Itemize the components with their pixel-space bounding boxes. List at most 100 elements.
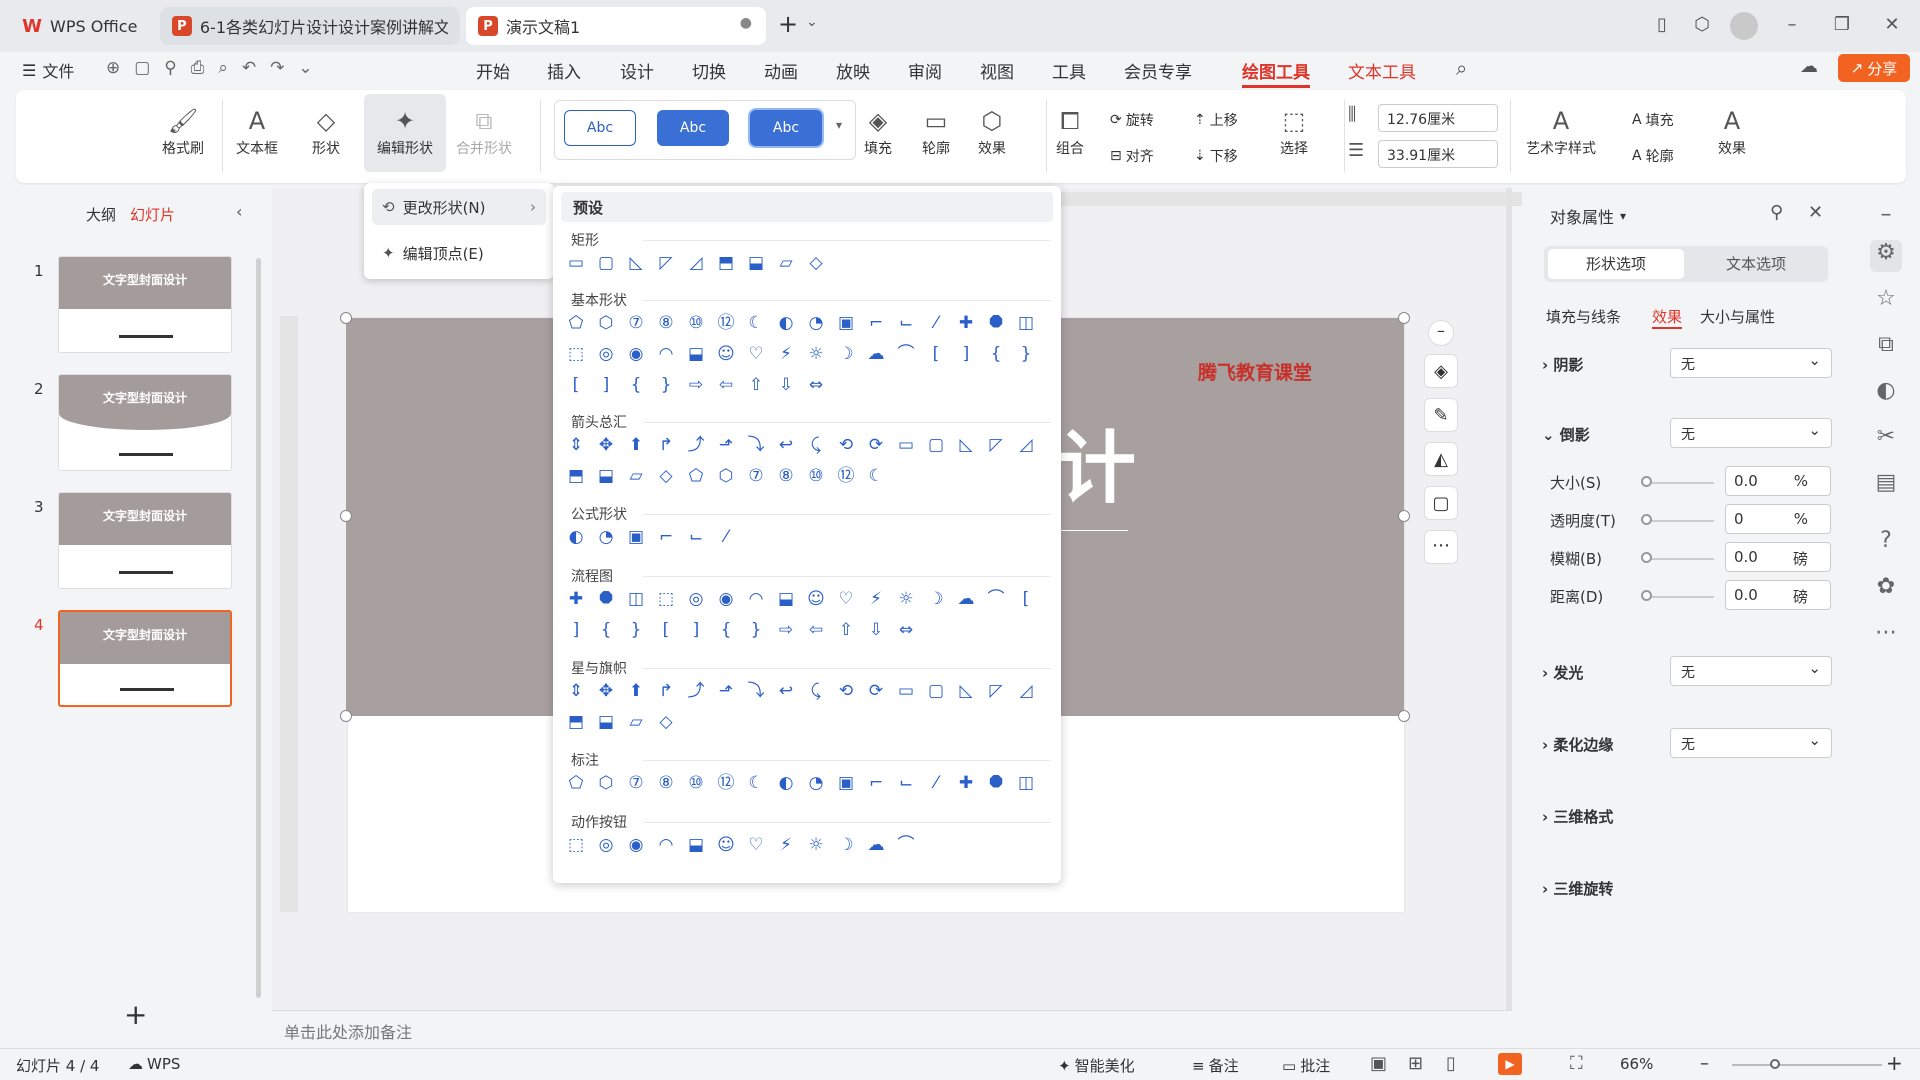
shape-option-icon[interactable]: {	[595, 619, 617, 641]
shape-option-icon[interactable]: ⤴	[685, 680, 707, 702]
resize-handle[interactable]	[340, 510, 352, 522]
shape-option-icon[interactable]: ◐	[775, 312, 797, 334]
style-sample-outline[interactable]: Abc	[564, 110, 636, 146]
shape-option-icon[interactable]: ◎	[685, 588, 707, 610]
shape-option-icon[interactable]: ↱	[655, 434, 677, 456]
shape-option-icon[interactable]: ▢	[925, 680, 947, 702]
shape-option-icon[interactable]: ▣	[625, 526, 647, 548]
art-text-button[interactable]: A 艺术字样式	[1526, 104, 1596, 158]
shape-option-icon[interactable]: ◸	[655, 252, 677, 274]
shape-option-icon[interactable]: ⌐	[865, 772, 887, 794]
shape-option-icon[interactable]: ⬠	[565, 312, 587, 334]
shape-option-icon[interactable]: ◔	[595, 526, 617, 548]
size-input[interactable]: 0.0%	[1725, 466, 1831, 496]
shape-option-icon[interactable]: ◸	[985, 434, 1007, 456]
shape-option-icon[interactable]: ◺	[955, 434, 977, 456]
shape-option-icon[interactable]: ◠	[745, 588, 767, 610]
format-painter-button[interactable]: 🖌 格式刷	[162, 104, 204, 158]
shape-option-icon[interactable]: ⤹	[805, 434, 827, 456]
shape-option-icon[interactable]: ]	[685, 619, 707, 641]
shape-option-icon[interactable]: ⇔	[805, 374, 827, 396]
shape-option-icon[interactable]: ◉	[625, 834, 647, 856]
shape-option-icon[interactable]: ☾	[865, 465, 887, 487]
subtab-effect[interactable]: 效果	[1652, 306, 1683, 329]
shape-option-icon[interactable]: ◺	[625, 252, 647, 274]
shape-option-icon[interactable]: ⌒	[985, 588, 1007, 610]
size-slider-knob[interactable]	[1641, 476, 1652, 487]
reflection-select[interactable]: 无	[1670, 418, 1832, 448]
zoom-out-icon[interactable]: –	[1428, 320, 1454, 346]
layout-icon[interactable]: ▯	[1650, 14, 1674, 38]
shape-option-icon[interactable]: ◠	[655, 343, 677, 365]
layers-icon[interactable]: ◈	[1424, 354, 1458, 388]
fill-button[interactable]: ◈ 填充	[862, 104, 894, 158]
shape-option-icon[interactable]: ☾	[745, 312, 767, 334]
tab-outline[interactable]: 大纲	[86, 204, 116, 225]
shape-option-icon[interactable]: ⬚	[565, 343, 587, 365]
shape-option-icon[interactable]: ⇧	[835, 619, 857, 641]
unsaved-dot-icon[interactable]: ●	[740, 15, 752, 31]
slide-thumbnail-3[interactable]: 文字型封面设计	[58, 492, 232, 589]
shape-option-icon[interactable]: ⑫	[835, 465, 857, 487]
share-button[interactable]: ↗ 分享	[1838, 54, 1910, 82]
transparency-slider[interactable]	[1644, 520, 1714, 522]
edit-points-item[interactable]: ✦ 编辑顶点(E)	[372, 235, 546, 271]
shape-option-icon[interactable]: ▭	[895, 434, 917, 456]
shape-option-icon[interactable]: ⯃	[985, 772, 1007, 794]
textbox-button[interactable]: A 文本框	[236, 104, 278, 158]
shape-option-icon[interactable]: ⑩	[805, 465, 827, 487]
shape-option-icon[interactable]: ⌐	[865, 312, 887, 334]
shape-option-icon[interactable]: ⌙	[895, 772, 917, 794]
blur-slider-knob[interactable]	[1641, 552, 1652, 563]
tab-home[interactable]: 开始	[476, 58, 510, 83]
shape-option-icon[interactable]: ⌙	[895, 312, 917, 334]
shape-option-icon[interactable]: ▱	[775, 252, 797, 274]
shape-option-icon[interactable]: ⯃	[985, 312, 1007, 334]
shape-option-icon[interactable]: ▭	[565, 252, 587, 274]
zoom-in-button[interactable]: +	[1886, 1051, 1903, 1075]
new-tab-button[interactable]: +	[778, 10, 798, 38]
style-sample-fill[interactable]: Abc	[657, 110, 729, 146]
tab-transition[interactable]: 切换	[692, 58, 726, 83]
shape-option-icon[interactable]: ⌙	[685, 526, 707, 548]
shape-option-icon[interactable]: ]	[565, 619, 587, 641]
shape-option-icon[interactable]: ⬡	[595, 312, 617, 334]
tab-document-1[interactable]: P 6-1各类幻灯片设计设计案例讲解文字	[160, 7, 460, 45]
shape-option-icon[interactable]: ◐	[775, 772, 797, 794]
normal-view-icon[interactable]: ▣	[1370, 1053, 1387, 1074]
shape-option-icon[interactable]: ▣	[835, 312, 857, 334]
shape-option-icon[interactable]: ☺	[715, 343, 737, 365]
subtab-size-properties[interactable]: 大小与属性	[1700, 306, 1775, 327]
text-outline-button[interactable]: A 轮廓	[1632, 146, 1674, 166]
cube-icon[interactable]: ⬡	[1690, 14, 1714, 38]
shape-option-icon[interactable]: ↩	[775, 680, 797, 702]
shape-option-icon[interactable]: ⁄	[925, 312, 947, 334]
reflection-section[interactable]: ⌄ 倒影	[1542, 424, 1590, 445]
shape-option-icon[interactable]: ⬡	[715, 465, 737, 487]
shape-option-icon[interactable]: ⤴	[685, 434, 707, 456]
shape-option-icon[interactable]: ◸	[985, 680, 1007, 702]
shape-option-icon[interactable]: ⟳	[865, 434, 887, 456]
shape-option-icon[interactable]: ♡	[745, 343, 767, 365]
format-3d-section[interactable]: › 三维格式	[1542, 806, 1613, 827]
assistant-icon[interactable]: ✿	[1870, 574, 1902, 606]
shape-option-icon[interactable]: ⟲	[835, 434, 857, 456]
shape-option-icon[interactable]: ⇨	[775, 619, 797, 641]
shape-option-icon[interactable]: ⑧	[655, 772, 677, 794]
resize-handle[interactable]	[340, 710, 352, 722]
shape-option-icon[interactable]: ⬓	[595, 465, 617, 487]
resize-handle[interactable]	[1398, 312, 1410, 324]
shape-option-icon[interactable]: ☁	[955, 588, 977, 610]
distance-input[interactable]: 0.0 磅	[1725, 580, 1831, 610]
zoom-slider-knob[interactable]	[1770, 1059, 1780, 1069]
shape-option-icon[interactable]: ⬠	[565, 772, 587, 794]
shape-option-icon[interactable]: ✚	[955, 772, 977, 794]
shape-option-icon[interactable]: ♡	[835, 588, 857, 610]
shape-option-icon[interactable]: ◔	[805, 772, 827, 794]
shape-option-icon[interactable]: ]	[595, 374, 617, 396]
shape-option-icon[interactable]: ⌒	[895, 834, 917, 856]
shadow-select[interactable]: 无	[1670, 348, 1832, 378]
shape-option-icon[interactable]: ☾	[745, 772, 767, 794]
shape-option-icon[interactable]: ⑦	[745, 465, 767, 487]
gallery-more-icon[interactable]: ▾	[836, 118, 842, 132]
